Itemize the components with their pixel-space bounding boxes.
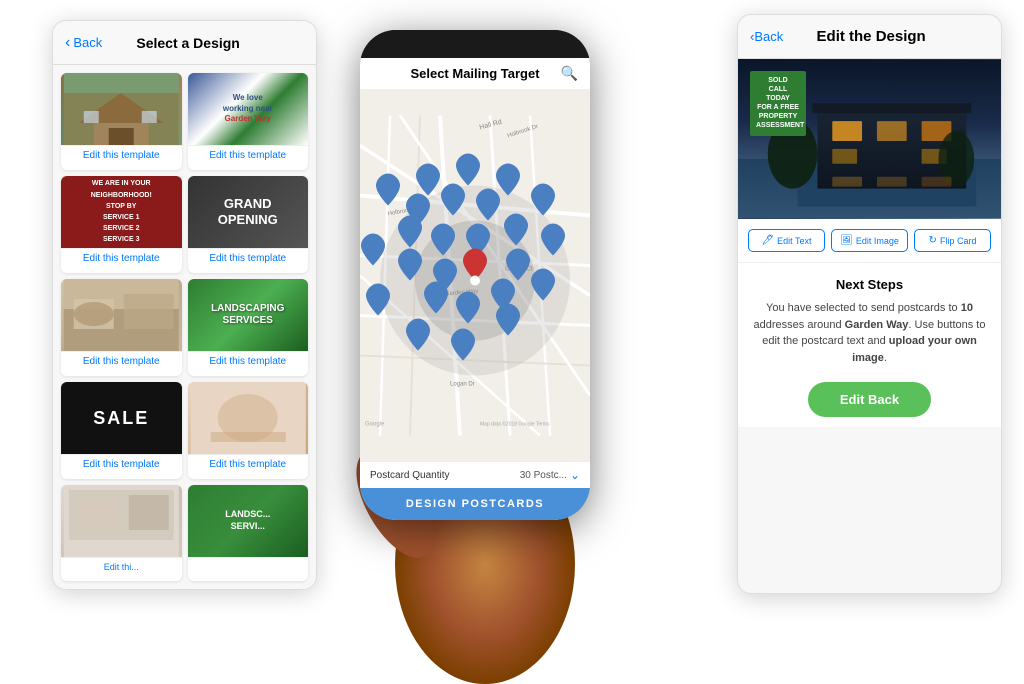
right-nav-title: Edit the Design xyxy=(783,28,959,45)
svg-text:Map data ©2018 Google Terms: Map data ©2018 Google Terms xyxy=(480,421,550,428)
edit-text-label: Edit Text xyxy=(777,236,811,246)
left-nav-title: Select a Design xyxy=(102,35,274,51)
flip-card-label: Flip Card xyxy=(940,236,977,246)
right-back-label: Back xyxy=(754,29,783,44)
svg-text:Google: Google xyxy=(365,422,385,428)
flip-card-button[interactable]: ↻ Flip Card xyxy=(914,229,991,252)
scene: ‹ Back Select a Design xyxy=(0,0,1024,684)
edit-image-button[interactable]: 🖼 Edit Image xyxy=(831,229,908,252)
center-phone-container: Select Mailing Target 🔍 xyxy=(260,0,690,684)
flip-card-icon: ↻ xyxy=(929,235,937,246)
left-back-label: Back xyxy=(73,35,102,50)
map-streets: Hall Rd Holbrook Dr Holbrook Ln Garden W… xyxy=(360,90,590,461)
edit-buttons-row: 🖊 Edit Text 🖼 Edit Image ↻ Flip Card xyxy=(738,219,1001,263)
service-text: WE ARE IN YOURNEIGHBORHOOD!STOP BYSERVIC… xyxy=(91,178,152,245)
template-edit-btn-9[interactable]: Edit thi... xyxy=(61,557,182,576)
template-edit-btn-3[interactable]: Edit this template xyxy=(61,248,182,268)
svg-text:Logan Dr: Logan Dr xyxy=(450,382,475,388)
right-screen: ‹ Back Edit the Design xyxy=(737,14,1002,594)
next-steps-text: You have selected to send postcards to 1… xyxy=(752,300,987,366)
template-thumb-service: WE ARE IN YOURNEIGHBORHOOD!STOP BYSERVIC… xyxy=(61,176,182,248)
template-cell-9[interactable]: Edit thi... xyxy=(61,485,182,581)
next-steps-title: Next Steps xyxy=(752,277,987,292)
right-nav-bar: ‹ Back Edit the Design xyxy=(738,15,1001,59)
template-thumb-interior xyxy=(61,485,182,557)
left-back-button[interactable]: ‹ Back xyxy=(65,34,102,52)
edit-text-icon: 🖊 xyxy=(761,235,774,246)
phone-nav: Select Mailing Target 🔍 xyxy=(360,58,590,90)
location-name: Garden Way xyxy=(845,319,909,331)
template-cell-1[interactable]: Edit this template xyxy=(61,73,182,170)
center-phone: Select Mailing Target 🔍 xyxy=(360,30,590,520)
quantity-value[interactable]: 30 Postc... ⌄ xyxy=(520,468,580,482)
phone-nav-title: Select Mailing Target xyxy=(410,66,539,81)
phone-bottom-bar: Postcard Quantity 30 Postc... ⌄ xyxy=(360,461,590,488)
template-thumb-kitchen xyxy=(61,279,182,351)
map-area[interactable]: Hall Rd Holbrook Dr Holbrook Ln Garden W… xyxy=(360,90,590,461)
phone-notch xyxy=(430,30,520,50)
template-edit-btn-1[interactable]: Edit this template xyxy=(61,145,182,165)
edit-image-icon: 🖼 xyxy=(840,235,853,246)
template-edit-btn-7[interactable]: Edit this template xyxy=(61,454,182,474)
template-cell-5[interactable]: Edit this template xyxy=(61,279,182,376)
chevron-left-icon: ‹ xyxy=(65,34,70,52)
next-steps-section: Next Steps You have selected to send pos… xyxy=(738,263,1001,427)
upload-text: upload your own image xyxy=(852,335,977,364)
template-thumb-sale: SALE xyxy=(61,382,182,454)
sold-badge: SOLDCALL TODAYFOR A FREEPROPERTYASSESSME… xyxy=(750,71,806,136)
design-postcards-button[interactable]: DESIGN POSTCARDS xyxy=(360,488,590,520)
quantity-label: Postcard Quantity xyxy=(370,470,449,481)
template-cell-7[interactable]: SALE Edit this template xyxy=(61,382,182,479)
template-thumb-house xyxy=(61,73,182,145)
template-cell-3[interactable]: WE ARE IN YOURNEIGHBORHOOD!STOP BYSERVIC… xyxy=(61,176,182,273)
phone-notch-bar xyxy=(360,30,590,58)
template-edit-btn-5[interactable]: Edit this template xyxy=(61,351,182,371)
design-preview: SOLDCALL TODAYFOR A FREEPROPERTYASSESSME… xyxy=(738,59,1001,219)
right-back-button[interactable]: ‹ Back xyxy=(750,29,783,44)
sale-text: SALE xyxy=(93,408,149,429)
chevron-down-icon: ⌄ xyxy=(570,468,580,482)
search-icon[interactable]: 🔍 xyxy=(561,65,578,82)
addresses-count: 10 xyxy=(961,302,973,314)
edit-back-button[interactable]: Edit Back xyxy=(808,382,931,417)
edit-image-label: Edit Image xyxy=(856,236,899,246)
quantity-number: 30 Postc... xyxy=(520,470,567,481)
edit-text-button[interactable]: 🖊 Edit Text xyxy=(748,229,825,252)
phone-screen: Select Mailing Target 🔍 xyxy=(360,58,590,520)
